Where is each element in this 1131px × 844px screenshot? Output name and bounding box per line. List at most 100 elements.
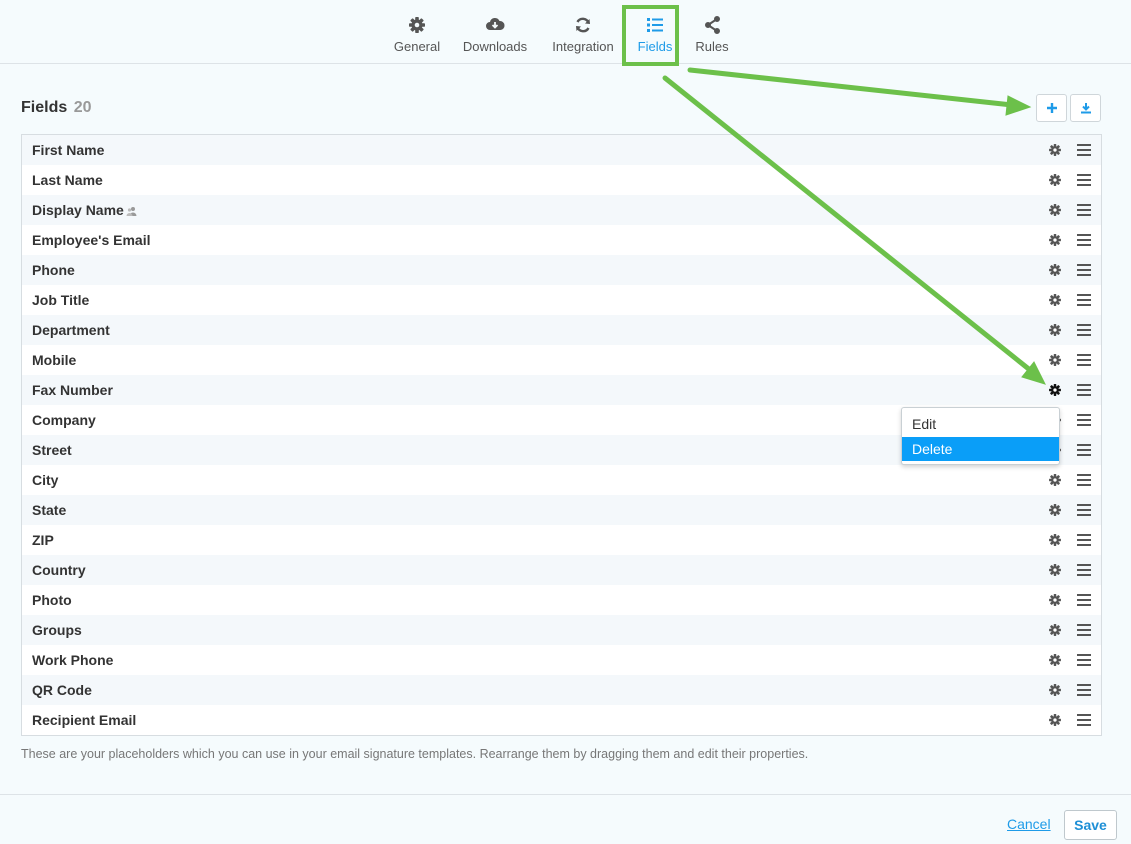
field-row[interactable]: Display Name (22, 195, 1101, 225)
field-row[interactable]: Mobile (22, 345, 1101, 375)
field-label-text: Department (32, 322, 110, 338)
drag-handle-icon[interactable] (1077, 174, 1091, 186)
gear-icon[interactable] (1048, 263, 1062, 277)
field-label-text: Work Phone (32, 652, 114, 668)
gear-icon[interactable] (1048, 713, 1062, 727)
page-title-text: Fields (21, 99, 68, 116)
drag-handle-icon[interactable] (1077, 384, 1091, 396)
drag-handle-icon[interactable] (1077, 654, 1091, 666)
field-row[interactable]: Employee's Email (22, 225, 1101, 255)
drag-handle-icon[interactable] (1077, 264, 1091, 276)
field-label-text: QR Code (32, 682, 92, 698)
field-row[interactable]: Groups (22, 615, 1101, 645)
gear-icon[interactable] (1048, 383, 1062, 397)
field-label-text: Mobile (32, 352, 77, 368)
drag-handle-icon[interactable] (1077, 414, 1091, 426)
field-label-text: Recipient Email (32, 712, 137, 728)
field-label: Display Name (32, 202, 137, 218)
field-label-text: Phone (32, 262, 75, 278)
field-row[interactable]: Job Title (22, 285, 1101, 315)
drag-handle-icon[interactable] (1077, 234, 1091, 246)
field-label: First Name (32, 142, 104, 158)
gear-icon[interactable] (1048, 533, 1062, 547)
drag-handle-icon[interactable] (1077, 534, 1091, 546)
tab-label: Integration (552, 39, 614, 54)
drag-handle-icon[interactable] (1077, 444, 1091, 456)
field-row[interactable]: Work Phone (22, 645, 1101, 675)
field-label-text: Job Title (32, 292, 90, 308)
save-button[interactable]: Save (1064, 810, 1117, 840)
field-label: Company (32, 412, 96, 428)
gear-icon[interactable] (1048, 683, 1062, 697)
field-count: 20 (73, 99, 92, 116)
field-label: QR Code (32, 682, 92, 698)
field-label: Work Phone (32, 652, 113, 668)
field-row[interactable]: Last Name (22, 165, 1101, 195)
tab-label: General (393, 39, 441, 54)
gear-icon[interactable] (1048, 203, 1062, 217)
field-row[interactable]: QR Code (22, 675, 1101, 705)
drag-handle-icon[interactable] (1077, 564, 1091, 576)
drag-handle-icon[interactable] (1077, 354, 1091, 366)
field-row[interactable]: ZIP (22, 525, 1101, 555)
field-label: Groups (32, 622, 82, 638)
field-label: Department (32, 322, 110, 338)
cloud-download-icon (486, 17, 505, 30)
drag-handle-icon[interactable] (1077, 624, 1091, 636)
field-label: Last Name (32, 172, 103, 188)
field-row[interactable]: State (22, 495, 1101, 525)
gear-icon[interactable] (1048, 593, 1062, 607)
gear-icon[interactable] (1048, 233, 1062, 247)
field-label: Fax Number (32, 382, 113, 398)
tab-integration[interactable]: Integration (548, 0, 618, 63)
field-label-text: Photo (32, 592, 72, 608)
add-field-button[interactable] (1036, 94, 1067, 122)
field-row[interactable]: Department (22, 315, 1101, 345)
gear-icon[interactable] (1048, 563, 1062, 577)
gear-icon[interactable] (1048, 653, 1062, 667)
download-fields-button[interactable] (1070, 94, 1101, 122)
drag-handle-icon[interactable] (1077, 474, 1091, 486)
tab-downloads[interactable]: Downloads (460, 0, 530, 63)
field-label-text: City (32, 472, 59, 488)
menu-item-delete[interactable]: Delete (902, 437, 1059, 461)
tab-bar: General Downloads Integration Fields Rul… (0, 0, 1131, 64)
drag-handle-icon[interactable] (1077, 504, 1091, 516)
drag-handle-icon[interactable] (1077, 144, 1091, 156)
field-label: Phone (32, 262, 75, 278)
drag-handle-icon[interactable] (1077, 204, 1091, 216)
field-label: ZIP (32, 532, 54, 548)
tab-rules[interactable]: Rules (692, 0, 732, 63)
menu-item-edit[interactable]: Edit (902, 412, 1059, 436)
tab-general[interactable]: General (392, 0, 442, 63)
field-label: Recipient Email (32, 712, 136, 728)
gear-icon[interactable] (1048, 293, 1062, 307)
users-icon (126, 207, 137, 217)
field-row[interactable]: Phone (22, 255, 1101, 285)
drag-handle-icon[interactable] (1077, 714, 1091, 726)
gear-icon[interactable] (1048, 353, 1062, 367)
sync-icon (576, 17, 590, 33)
field-row[interactable]: Photo (22, 585, 1101, 615)
gear-icon[interactable] (1048, 143, 1062, 157)
drag-handle-icon[interactable] (1077, 294, 1091, 306)
gear-icon[interactable] (1048, 473, 1062, 487)
gear-icon[interactable] (1048, 503, 1062, 517)
field-row[interactable]: Country (22, 555, 1101, 585)
gear-icon[interactable] (1048, 623, 1062, 637)
field-label: State (32, 502, 66, 518)
annotation-arrow-to-toolbar (687, 67, 1015, 108)
field-row[interactable]: City (22, 465, 1101, 495)
field-row[interactable]: First Name (22, 135, 1101, 165)
field-row[interactable]: Recipient Email (22, 705, 1101, 735)
cancel-link[interactable]: Cancel (1007, 816, 1051, 832)
field-label: Mobile (32, 352, 76, 368)
gear-icon[interactable] (1048, 323, 1062, 337)
drag-handle-icon[interactable] (1077, 594, 1091, 606)
field-row[interactable]: Fax Number (22, 375, 1101, 405)
drag-handle-icon[interactable] (1077, 684, 1091, 696)
drag-handle-icon[interactable] (1077, 324, 1091, 336)
help-text: These are your placeholders which you ca… (21, 747, 809, 761)
gear-icon[interactable] (1048, 173, 1062, 187)
field-label-text: Last Name (32, 172, 103, 188)
